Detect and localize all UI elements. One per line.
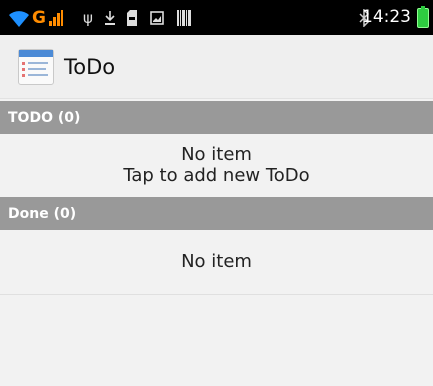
list-divider [0,294,433,295]
todo-empty-item[interactable]: No item Tap to add new ToDo [0,134,433,197]
done-section-header: Done (0) [0,197,433,230]
status-bar: G ψ 14:23 [0,0,433,35]
todo-add-hint: Tap to add new ToDo [123,165,310,186]
status-time: 14:23 [362,7,411,27]
network-type-icon: G [32,7,46,28]
todo-empty-text: No item [181,144,252,165]
app-title: ToDo [64,55,116,79]
download-icon [102,0,118,35]
done-empty-text: No item [181,251,252,272]
sd-card-icon [124,0,140,35]
todo-section-header: TODO (0) [0,101,433,134]
done-empty-item: No item [0,230,433,294]
barcode-icon [174,0,194,35]
usb-icon: ψ [83,8,93,27]
wifi-icon [6,0,32,35]
screenshot-icon [148,0,166,35]
battery-icon [417,6,429,28]
todo-app-icon[interactable] [18,49,54,85]
action-bar: ToDo [0,35,433,99]
signal-icon [47,0,65,35]
